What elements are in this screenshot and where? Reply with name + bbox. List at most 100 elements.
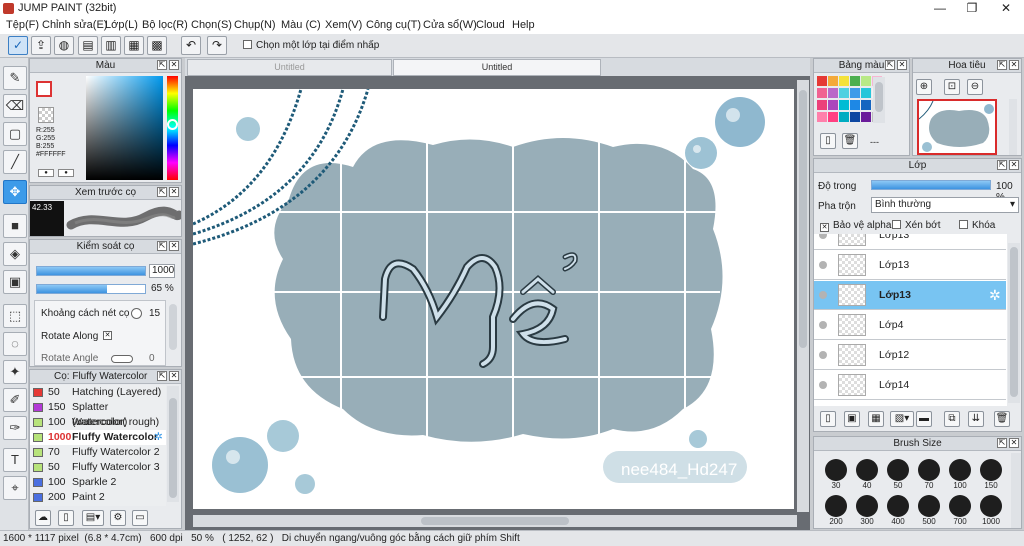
menu-capture[interactable]: Chụp(N)	[234, 19, 276, 31]
swatch-scroll-thumb[interactable]	[875, 82, 883, 112]
brush-list-item[interactable]: 100 Watercolor( rough)	[30, 415, 166, 430]
panel-float-icon[interactable]: ⇱	[157, 187, 167, 197]
brush-size-slider[interactable]	[36, 266, 146, 276]
document-icon[interactable]: ▥	[101, 36, 121, 55]
speech-bubble-icon[interactable]: ◍	[54, 36, 74, 55]
redo-icon[interactable]: ↷	[207, 36, 227, 55]
brush-cloud-icon[interactable]: ☁	[35, 510, 51, 526]
layer-row[interactable]: Lớp13 ✲	[814, 281, 1006, 310]
brush-folder-icon[interactable]: ▭	[132, 510, 148, 526]
brush-settings-gear-icon[interactable]: ✲	[154, 430, 163, 445]
layer-row[interactable]: Lớp13	[814, 251, 1006, 280]
menu-window[interactable]: Cửa sổ(W)	[423, 19, 477, 31]
color-swatch[interactable]	[828, 76, 838, 86]
layer-visibility-icon[interactable]	[819, 261, 827, 269]
color-swatch[interactable]	[839, 112, 849, 122]
panel-close-icon[interactable]: ✕	[1009, 438, 1019, 448]
color-swatch[interactable]	[839, 88, 849, 98]
protect-alpha-checkbox[interactable]: ✕	[820, 223, 829, 232]
brush-tool-icon[interactable]: ✎	[3, 66, 27, 90]
lock-option[interactable]: Khóa	[959, 220, 995, 231]
rotate-along-checkbox[interactable]: ✕	[103, 331, 112, 340]
maximize-button[interactable]: ❐	[956, 0, 988, 17]
cloud-sync-icon[interactable]: ✓	[8, 36, 28, 55]
color-swatch[interactable]	[828, 88, 838, 98]
brush-size-preset[interactable]: 150	[973, 457, 1009, 493]
panel-close-icon[interactable]: ✕	[1009, 160, 1019, 170]
color-swatch[interactable]	[861, 100, 871, 110]
brush-list-item[interactable]: 1000 Fluffy Watercolor ✲	[30, 430, 166, 445]
zoom-out-icon[interactable]: ⊖	[967, 79, 983, 95]
panel-float-icon[interactable]: ⇱	[885, 60, 895, 70]
grid-icon[interactable]: ▩	[147, 36, 167, 55]
brush-list-item[interactable]: 50 Hatching (Layered)	[30, 385, 166, 400]
canvas-vscroll-thumb[interactable]	[799, 90, 807, 348]
color-swatch[interactable]	[839, 100, 849, 110]
brush-size-value[interactable]: 1000	[149, 264, 175, 278]
canvas-horizontal-scrollbar[interactable]	[193, 515, 797, 527]
select-pen-tool-icon[interactable]: ✐	[3, 388, 27, 412]
add-swatch-icon[interactable]: ▯	[820, 133, 836, 149]
magic-wand-tool-icon[interactable]: ✦	[3, 360, 27, 384]
spacing-knob[interactable]	[131, 308, 142, 319]
brush-list-item[interactable]: 100 Sparkle 2	[30, 475, 166, 490]
layer-visibility-icon[interactable]	[819, 234, 827, 239]
rect-tool-icon[interactable]: ▢	[3, 122, 27, 146]
color-swatch[interactable]	[817, 88, 827, 98]
color-swatch[interactable]	[861, 88, 871, 98]
tab-untitled-2[interactable]: Untitled	[393, 59, 601, 76]
hue-slider-knob[interactable]	[167, 119, 178, 130]
fit-view-icon[interactable]: ⊡	[944, 79, 960, 95]
move-tool-icon[interactable]: ✥	[3, 180, 27, 204]
select-eraser-tool-icon[interactable]: ✑	[3, 416, 27, 440]
eraser-tool-icon[interactable]: ⌫	[3, 94, 27, 118]
delete-layer-icon[interactable]: 🗑	[994, 411, 1010, 427]
color-swatch[interactable]	[817, 76, 827, 86]
color-swatch[interactable]	[861, 76, 871, 86]
brush-opacity-slider[interactable]	[36, 284, 146, 294]
rotate-angle-knob[interactable]	[111, 355, 133, 363]
brush-control-scrollbar[interactable]	[169, 304, 177, 350]
gradient-tool-icon[interactable]: ▣	[3, 270, 27, 294]
layer-visibility-icon[interactable]	[819, 291, 827, 299]
menu-help[interactable]: Help	[512, 19, 535, 31]
brush-list-item[interactable]: 200 Paint 2	[30, 490, 166, 505]
color-swatch[interactable]	[850, 100, 860, 110]
merge-layer-icon[interactable]: ⇊	[968, 411, 984, 427]
comment-icon[interactable]: ▤	[78, 36, 98, 55]
layer-add-menu-icon[interactable]: ▧▾	[890, 411, 914, 427]
layer-visibility-icon[interactable]	[819, 351, 827, 359]
text-tool-icon[interactable]: T	[3, 448, 27, 472]
brush-list-scroll-thumb[interactable]	[169, 398, 177, 498]
panel-close-icon[interactable]: ✕	[169, 241, 179, 251]
line-tool-icon[interactable]: ╱	[3, 150, 27, 174]
undo-icon[interactable]: ↶	[181, 36, 201, 55]
panel-close-icon[interactable]: ✕	[169, 187, 179, 197]
menu-cloud[interactable]: Cloud	[476, 19, 505, 31]
rect-select-tool-icon[interactable]: ⬚	[3, 304, 27, 328]
brush-list-scrollbar[interactable]	[167, 386, 179, 502]
layer-row[interactable]: Lớp13	[814, 234, 1006, 250]
brush-list-item[interactable]: 50 Fluffy Watercolor 3	[30, 460, 166, 475]
color-swatch[interactable]	[817, 112, 827, 122]
layer-visibility-icon[interactable]	[819, 321, 827, 329]
navigator-scrollbar[interactable]	[1009, 99, 1017, 155]
panel-close-icon[interactable]: ✕	[169, 371, 179, 381]
eyedropper-tool-icon[interactable]: ⌖	[3, 476, 27, 500]
new-layer-copy-icon[interactable]: ▣	[844, 411, 860, 427]
transparent-color-swatch[interactable]	[38, 107, 54, 123]
color-swatch[interactable]	[861, 112, 871, 122]
lock-checkbox[interactable]	[959, 220, 968, 229]
color-small-button-2[interactable]: ●	[58, 169, 74, 177]
color-saturation-picker[interactable]	[86, 76, 163, 180]
panel-float-icon[interactable]: ⇱	[157, 60, 167, 70]
color-swatch[interactable]	[850, 76, 860, 86]
panel-float-icon[interactable]: ⇱	[157, 371, 167, 381]
menu-select[interactable]: Chọn(S)	[191, 19, 232, 31]
layer-visibility-icon[interactable]	[819, 381, 827, 389]
layer-row[interactable]: Lớp4	[814, 311, 1006, 340]
brush-menu-icon[interactable]: ▤▾	[82, 510, 104, 526]
minimize-button[interactable]: —	[924, 0, 956, 17]
page-icon[interactable]: ▦	[124, 36, 144, 55]
canvas-vertical-scrollbar[interactable]	[797, 80, 809, 512]
